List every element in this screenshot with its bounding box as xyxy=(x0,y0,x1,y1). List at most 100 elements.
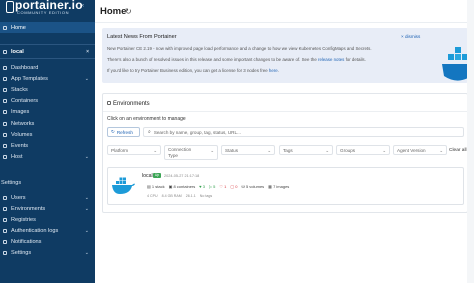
sidebar-item-authentication-logs[interactable]: Authentication logs ⌄ xyxy=(0,226,95,236)
stopped-stat: ▢ 0 xyxy=(230,184,238,189)
license-link[interactable]: here xyxy=(269,68,278,73)
sidebar-item-environments[interactable]: Environments ⌄ xyxy=(0,204,95,214)
search-input[interactable]: ⌕ Search by name, group, tag, status, UR… xyxy=(143,127,464,137)
header-divider xyxy=(95,22,474,23)
connection-type-filter[interactable]: Connection Type ⌄ xyxy=(164,145,218,160)
clear-all-button[interactable]: Clear all xyxy=(449,148,467,153)
status-filter[interactable]: Status ⌄ xyxy=(221,145,275,155)
groups-filter[interactable]: Groups ⌄ xyxy=(336,145,390,155)
chevron-down-icon: ⌄ xyxy=(267,148,271,153)
sidebar-item-label: Registries xyxy=(11,217,36,223)
chevron-down-icon: ⌄ xyxy=(84,250,89,256)
sidebar-item-users[interactable]: Users ⌄ xyxy=(0,193,95,203)
sidebar-item-notifications[interactable]: Notifications xyxy=(0,237,95,247)
sidebar-item-settings[interactable]: Settings ⌄ xyxy=(0,248,95,258)
agent-version-filter[interactable]: Agent Version ⌄ xyxy=(393,145,447,155)
search-icon: ⌕ xyxy=(148,129,151,135)
sidebar-item-host[interactable]: Host ⌄ xyxy=(0,152,95,162)
sidebar-item-label: Stacks xyxy=(11,87,28,93)
sidebar-item-label: Volumes xyxy=(11,132,33,138)
stat-value: 7 images xyxy=(273,184,290,189)
scrollbar[interactable] xyxy=(467,0,474,283)
docker-icon xyxy=(112,177,135,194)
tags-stat: No tags xyxy=(199,194,213,198)
sidebar-item-registries[interactable]: Registries xyxy=(0,215,95,225)
healthy-stat: ♥ 3 xyxy=(199,184,205,189)
status-badge: Up xyxy=(153,173,161,178)
sidebar-item-app-templates[interactable]: App Templates ⌄ xyxy=(0,74,95,84)
sidebar-item-label: Images xyxy=(11,109,30,115)
environments-icon xyxy=(3,207,7,211)
dismiss-button[interactable]: × dismiss xyxy=(401,34,420,39)
chevron-down-icon: ⌄ xyxy=(210,148,214,153)
news-text: for details. xyxy=(344,57,366,62)
stat-value: 5 xyxy=(213,184,216,189)
sidebar-item-label: Authentication logs xyxy=(11,228,59,234)
sidebar-item-dashboard[interactable]: Dashboard xyxy=(0,63,95,73)
refresh-button[interactable]: ↻ Refresh xyxy=(107,127,140,137)
sidebar-item-stacks[interactable]: Stacks xyxy=(0,85,95,95)
settings-section-label: Settings xyxy=(1,180,22,186)
sidebar-item-label: Users xyxy=(11,195,26,201)
filter-label: Tags xyxy=(283,147,293,153)
sidebar: portainer.io COMMUNITY EDITION ‹ Home lo… xyxy=(0,0,95,283)
sidebar-item-networks[interactable]: Networks xyxy=(0,119,95,129)
gear-icon xyxy=(3,251,7,255)
sidebar-item-label: Home xyxy=(11,24,26,31)
images-icon xyxy=(3,110,7,114)
containers-icon xyxy=(3,99,7,103)
news-line: If you'd like to try Portainer Business … xyxy=(107,68,279,73)
environment-stats: ▤ 1 stack ▣ 8 containers ♥ 3 ▷ 5 ♡ 1 ▢ 0… xyxy=(147,184,289,189)
running-stat: ▷ 5 xyxy=(208,184,216,189)
environments-panel: Environments Click on an environment to … xyxy=(102,93,468,213)
refresh-icon[interactable]: ↻ xyxy=(125,7,132,16)
chevron-down-icon: ⌄ xyxy=(325,148,329,153)
volumes-stat: ⛁ 5 volumes xyxy=(241,184,265,189)
sidebar-divider xyxy=(0,58,95,59)
cpu-stat: 4 CPU xyxy=(147,194,158,198)
sidebar-item-containers[interactable]: Containers xyxy=(0,96,95,106)
stat-value: 1 xyxy=(224,184,227,189)
sidebar-item-label: App Templates xyxy=(11,76,48,82)
environment-resources: 4 CPU 8.4 GB RAM 26.1.1 No tags xyxy=(147,194,212,198)
memory-stat: 8.4 GB RAM xyxy=(161,194,182,198)
news-text: If you'd like to try Portainer Business … xyxy=(107,68,269,73)
stat-value: 8 containers xyxy=(173,184,196,189)
page-title: Home xyxy=(100,6,127,17)
images-stat: ▦ 7 images xyxy=(268,184,290,189)
dashboard-icon xyxy=(3,66,7,70)
chevron-down-icon: ⌄ xyxy=(153,148,157,153)
close-icon[interactable]: × xyxy=(86,49,89,55)
home-icon xyxy=(3,25,7,30)
collapse-sidebar-icon[interactable]: ‹ xyxy=(82,3,84,9)
chevron-down-icon: ⌄ xyxy=(84,195,89,201)
portainer-logo-icon xyxy=(6,1,14,13)
filter-label: Groups xyxy=(340,147,356,153)
bell-icon xyxy=(3,240,7,244)
sidebar-item-events[interactable]: Events xyxy=(0,141,95,151)
environment-name: local xyxy=(142,173,153,179)
environment-icon xyxy=(3,50,7,54)
filter-label: Platform xyxy=(111,147,129,153)
environments-title: Environments xyxy=(113,101,150,107)
sidebar-item-label: Networks xyxy=(11,121,35,127)
sidebar-item-label: Dashboard xyxy=(11,65,39,71)
chevron-down-icon: ⌄ xyxy=(84,228,89,234)
stacks-icon xyxy=(3,88,7,92)
sidebar-item-volumes[interactable]: Volumes xyxy=(0,130,95,140)
sidebar-item-label: Events xyxy=(11,143,29,149)
sidebar-item-images[interactable]: Images xyxy=(0,107,95,117)
release-notes-link[interactable]: release notes xyxy=(318,57,344,62)
platform-filter[interactable]: Platform ⌄ xyxy=(107,145,161,155)
volumes-icon xyxy=(3,133,7,137)
stat-value: 3 xyxy=(202,184,205,189)
tags-filter[interactable]: Tags ⌄ xyxy=(279,145,333,155)
sidebar-environment-header[interactable]: local × xyxy=(0,47,95,57)
host-icon xyxy=(3,155,7,159)
sidebar-item-home[interactable]: Home xyxy=(0,22,95,33)
sidebar-item-label: Host xyxy=(11,154,23,160)
stat-value: 0 xyxy=(235,184,238,189)
portainer-logo[interactable]: portainer.io COMMUNITY EDITION xyxy=(4,0,90,18)
environment-timestamp: 2024-05-27 21:17:18 xyxy=(164,173,200,178)
environment-card[interactable]: local Up 2024-05-27 21:17:18 ▤ 1 stack ▣… xyxy=(107,167,464,205)
